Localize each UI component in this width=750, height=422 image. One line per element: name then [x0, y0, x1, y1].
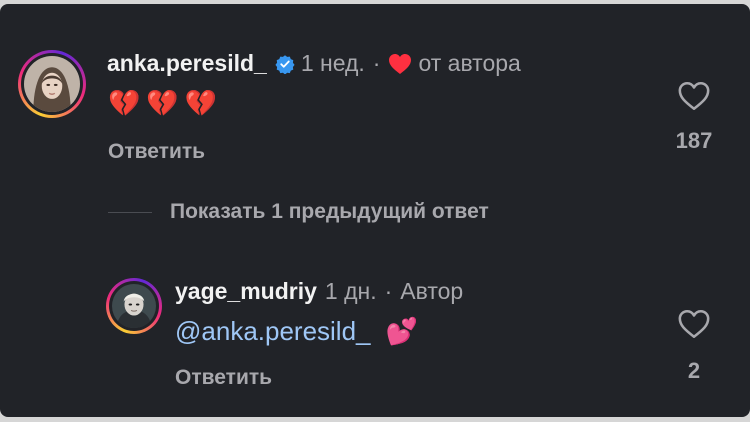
mention-link[interactable]: @anka.peresild_	[175, 316, 371, 346]
comment-meta: anka.peresild_ 1 нед. · от автора	[107, 50, 521, 77]
meta-separator: ·	[384, 278, 393, 304]
reply-time: 1 дн.	[324, 278, 377, 304]
replies-divider	[108, 212, 152, 213]
heart-outline-icon	[677, 309, 711, 344]
comments-panel: anka.peresild_ 1 нед. · от автора 💔 💔 💔 …	[0, 4, 750, 417]
reply-button[interactable]: Ответить	[175, 366, 272, 390]
reply-meta: yage_mudriy 1 дн. · Автор	[175, 278, 463, 305]
broken-heart-emoji: 💔	[146, 88, 179, 118]
like-button[interactable]	[677, 308, 711, 345]
reply-avatar[interactable]	[106, 278, 162, 334]
author-liked-label: от автора	[418, 50, 521, 76]
heart-outline-icon	[677, 81, 711, 116]
avatar-photo	[24, 56, 80, 112]
comment-text: 💔 💔 💔	[108, 88, 217, 119]
verified-badge-icon	[275, 54, 295, 74]
meta-separator: ·	[372, 50, 381, 76]
like-count: 187	[675, 128, 713, 153]
reply-username[interactable]: yage_mudriy	[175, 278, 317, 305]
broken-heart-emoji: 💔	[184, 88, 218, 118]
broken-heart-emoji: 💔	[108, 88, 141, 118]
reply-button[interactable]: Ответить	[108, 140, 205, 164]
reply-text: @anka.peresild_ 💕	[175, 316, 418, 347]
heart-filled-icon	[388, 53, 412, 75]
avatar[interactable]	[18, 50, 86, 118]
two-hearts-emoji: 💕	[385, 316, 419, 346]
like-button[interactable]	[677, 80, 711, 117]
show-previous-replies-button[interactable]: Показать 1 предыдущий ответ	[170, 200, 489, 224]
like-count: 2	[687, 358, 701, 383]
comment-time: 1 нед.	[300, 50, 365, 76]
author-badge: Автор	[400, 278, 464, 304]
reply-avatar-photo	[112, 284, 156, 328]
comment-username[interactable]: anka.peresild_	[107, 50, 267, 77]
